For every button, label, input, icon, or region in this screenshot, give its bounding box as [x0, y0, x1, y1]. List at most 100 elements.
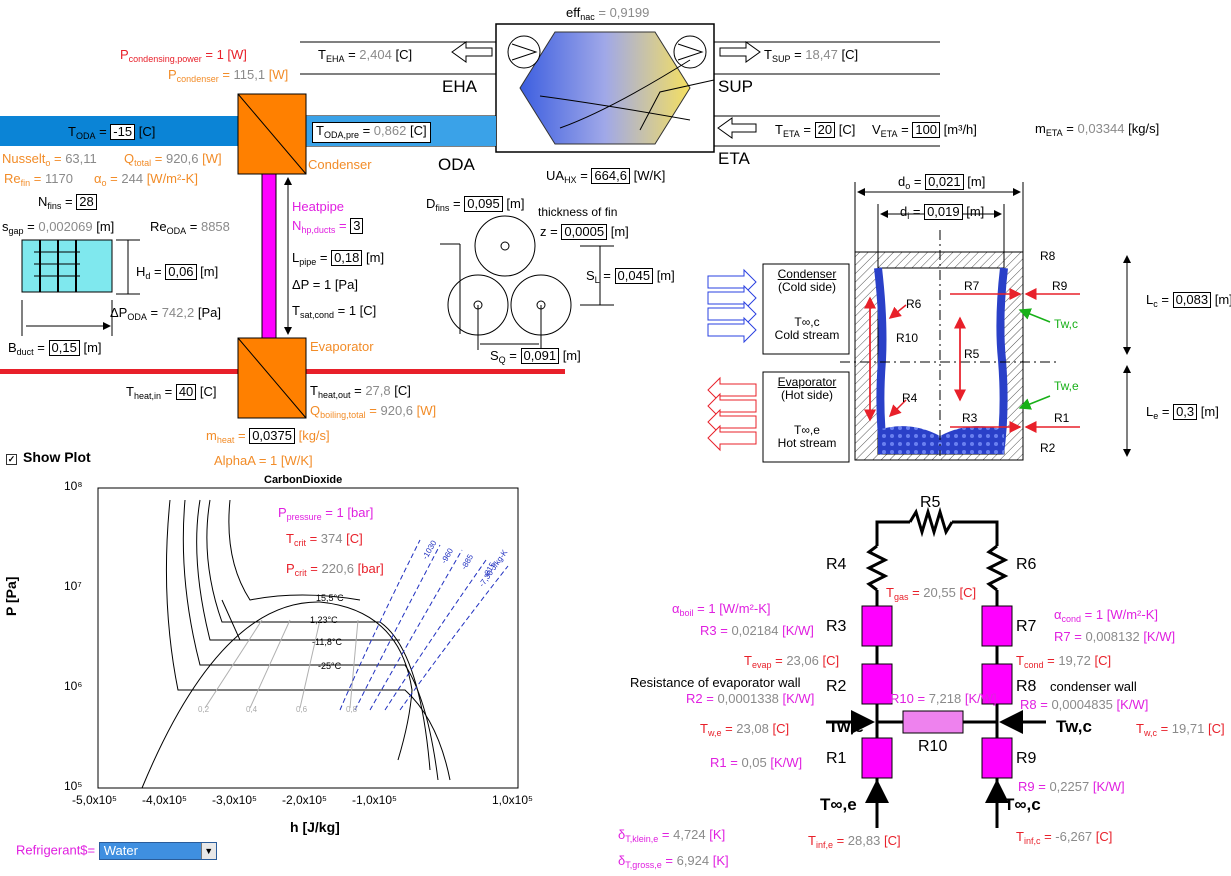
n-hp: Nhp,ducts = 3	[292, 218, 364, 236]
lbl-r1: R1	[1054, 411, 1070, 425]
fin-thickness-label: thickness of fin	[538, 205, 618, 219]
m-heat-input[interactable]: 0,0375	[249, 428, 295, 444]
n-fins-input[interactable]: 28	[76, 194, 97, 210]
r8-value: R8 = 0,0004835 [K/W]	[1020, 697, 1149, 712]
l-c-input[interactable]: 0,083	[1172, 292, 1212, 308]
s-q: SQ = 0,091 [m]	[490, 348, 581, 365]
x-tick-label: -5,0x10⁵	[72, 793, 117, 807]
alpha-cond: αcond = 1 [W/m²-K]	[1054, 607, 1158, 624]
re-oda: ReODA = 8858	[150, 219, 230, 236]
p-condensing-power: Pcondensing,power = 1 [W]	[120, 47, 247, 64]
eha-label: EHA	[442, 77, 477, 96]
show-plot-toggle[interactable]: ✓ Show Plot	[6, 449, 91, 465]
alpha-boil: αboil = 1 [W/m²-K]	[672, 601, 771, 618]
d-fins: Dfins = 0,095 [m]	[426, 196, 525, 213]
isotherm-3: -11,8°C	[312, 637, 342, 647]
l-e: Le = 0,3 [m]	[1146, 404, 1219, 421]
chevron-down-icon[interactable]: ▼	[200, 843, 216, 859]
heatpipe	[261, 173, 277, 339]
net-r4: R4	[826, 556, 847, 573]
dt-gross: δT,gross,e = 6,924 [K]	[618, 853, 729, 870]
net-r9: R9	[1016, 750, 1037, 767]
z-thickness: z = 0,0005 [m]	[540, 224, 629, 240]
re-fin: Refin = 1170	[4, 171, 73, 188]
hot-stream-label: T∞,e Hot stream	[777, 423, 837, 451]
h-d-input[interactable]: 0,06	[165, 264, 197, 280]
ua-hx-input[interactable]: 664,6	[591, 168, 630, 184]
y-tick-label: 10⁶	[64, 679, 83, 693]
quality-1: 0,2	[198, 705, 210, 714]
evap-side-label: Evaporator (Hot side)	[777, 375, 837, 403]
condenser-label: Condenser	[308, 157, 372, 172]
r9-value: R9 = 0,2257 [K/W]	[1018, 779, 1125, 794]
d-o-input[interactable]: 0,021	[925, 174, 964, 190]
y-tick-label: 10⁵	[64, 779, 83, 793]
evaporator-label: Evaporator	[310, 339, 374, 354]
net-r3: R3	[826, 618, 847, 635]
t-oda: TODA = -15 [C]	[68, 124, 156, 141]
lbl-r10: R10	[896, 331, 919, 345]
chart-xlabel: h [J/kg]	[290, 819, 340, 835]
l-e-input[interactable]: 0,3	[1173, 404, 1198, 420]
refrigerant-select[interactable]: Water ▼	[98, 842, 217, 860]
r2-value: R2 = 0,0001338 [K/W]	[686, 691, 815, 706]
t-eha: TEHA = 2,404 [C]	[318, 47, 413, 64]
s-l-input[interactable]: 0,045	[614, 268, 654, 284]
m-eta: mETA = 0,03344 [kg/s]	[1035, 121, 1160, 138]
t-inf-e: Tinf,e = 28,83 [C]	[808, 833, 901, 850]
t-eta-input[interactable]: 20	[814, 122, 836, 138]
x-tick-label: -2,0x10⁵	[282, 793, 327, 807]
y-tick-label: 10⁷	[64, 579, 82, 593]
l-pipe: Lpipe = 0,18 [m]	[292, 250, 385, 267]
net-r5: R5	[920, 494, 941, 511]
condenser-side-label: Condenser (Cold side)	[777, 267, 837, 295]
t-sat-cond: Tsat,cond = 1 [C]	[292, 303, 377, 320]
s-q-input[interactable]: 0,091	[520, 348, 560, 364]
cold-stream-label: T∞,c Cold stream	[774, 315, 840, 343]
t-inf-c: Tinf,c = -6,267 [C]	[1016, 829, 1113, 846]
lbl-r7: R7	[964, 279, 980, 293]
t-heat-in-input[interactable]: 40	[175, 384, 197, 400]
isotherm-2: 1,23°C	[310, 615, 338, 625]
checkbox-icon[interactable]: ✓	[6, 454, 17, 465]
lbl-r5: R5	[964, 347, 980, 361]
alpha-o: αo = 244 [W/m²-K]	[94, 171, 198, 188]
p-crit: Pcrit = 220,6 [bar]	[286, 561, 384, 578]
n-fins: Nfins = 28	[38, 194, 97, 212]
net-r7: R7	[1016, 618, 1037, 635]
dp-oda: ΔPODA = 742,2 [Pa]	[110, 305, 221, 322]
r3-value: R3 = 0,02184 [K/W]	[700, 623, 814, 638]
evap-wall-label: Resistance of evaporator wall	[630, 675, 801, 690]
z-input[interactable]: 0,0005	[561, 224, 608, 240]
x-tick-label: -3,0x10⁵	[212, 793, 257, 807]
alphaA: AlphaA = 1 [W/K]	[214, 453, 313, 468]
v-eta: VETA = 100 [m³/h]	[872, 122, 977, 139]
t-eta: TETA = 20 [C]	[775, 122, 856, 139]
t-heat-out: Theat,out = 27,8 [C]	[310, 383, 411, 400]
t-inf-c-symbol: T∞,c	[1004, 795, 1041, 814]
t-oda-input[interactable]: -15	[110, 124, 136, 140]
t-heat-in: Theat,in = 40 [C]	[126, 384, 217, 401]
refrigerant-field: Refrigerant$= Water ▼	[16, 842, 217, 860]
d-fins-input[interactable]: 0,095	[464, 196, 503, 212]
quality-4: 0,8	[346, 705, 358, 714]
net-r1: R1	[826, 750, 847, 767]
d-i-input[interactable]: 0,019	[924, 204, 963, 220]
t-crit: Tcrit = 374 [C]	[286, 531, 363, 548]
r10-value: R10 = 7,218 [K/W]	[890, 691, 997, 706]
b-duct-input[interactable]: 0,15	[48, 340, 80, 356]
n-hp-input[interactable]: 3	[350, 218, 364, 234]
lbl-r9: R9	[1052, 279, 1068, 293]
dt-klein: δT,klein,e = 4,724 [K]	[618, 827, 726, 844]
lbl-tw-c: Tw,c	[1054, 317, 1079, 331]
v-eta-input[interactable]: 100	[912, 122, 941, 138]
p-pressure: Ppressure = 1 [bar]	[278, 505, 374, 522]
y-tick-label: 10⁸	[64, 479, 83, 493]
l-pipe-input[interactable]: 0,18	[331, 250, 363, 266]
sup-label: SUP	[718, 77, 753, 96]
d-o: do = 0,021 [m]	[898, 174, 986, 191]
r1-value: R1 = 0,05 [K/W]	[710, 755, 803, 770]
heatpipe-label: Heatpipe	[292, 199, 345, 214]
h-d: Hd = 0,06 [m]	[136, 264, 219, 281]
t-evap: Tevap = 23,06 [C]	[744, 653, 840, 670]
